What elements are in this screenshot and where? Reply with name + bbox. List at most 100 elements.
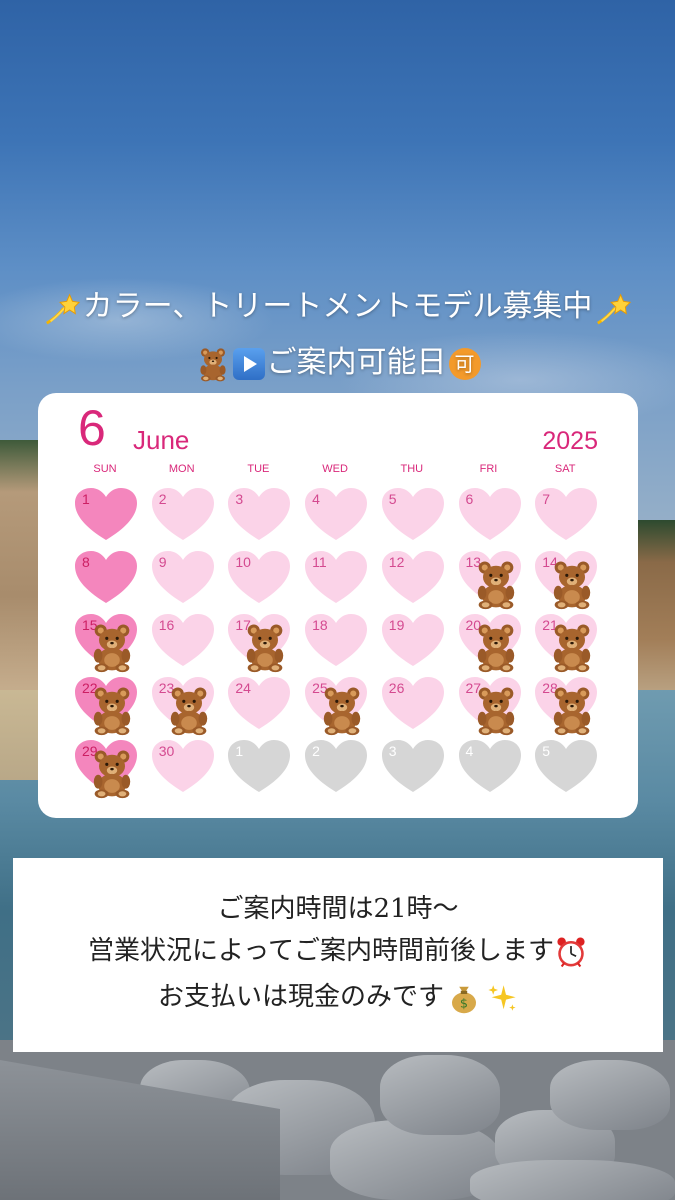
weekday-sat: SAT bbox=[554, 463, 576, 475]
teddy-bear-icon bbox=[477, 687, 514, 736]
calendar-day: 21 bbox=[530, 609, 600, 673]
calendar-day: 28 bbox=[530, 672, 600, 736]
date-number: 3 bbox=[388, 743, 397, 759]
date-number: 1 bbox=[235, 743, 244, 759]
calendar-day: 30 bbox=[147, 735, 217, 797]
month-name: June bbox=[133, 425, 190, 455]
calendar-day: 6 bbox=[454, 483, 524, 545]
calendar-card: 6 June 2025 SUN MON TUE WED THU FRI SAT 123456… bbox=[38, 393, 638, 818]
teddy-bear-icon bbox=[170, 687, 207, 736]
calendar-day: 8 bbox=[70, 546, 140, 608]
calendar-day: 11 bbox=[300, 546, 370, 608]
headline: カラー、トリートメントモデル募集中 ご案内可能日可 bbox=[0, 282, 675, 388]
date-number: 16 bbox=[158, 617, 175, 633]
date-number: 18 bbox=[312, 617, 328, 633]
date-number: 19 bbox=[388, 617, 405, 633]
year: 2025 bbox=[542, 427, 598, 455]
month-number: 6 bbox=[78, 400, 106, 456]
headline-line-1: カラー、トリートメントモデル募集中 bbox=[0, 282, 675, 332]
calendar-day: 16 bbox=[147, 609, 217, 671]
calendar-day-next-month: 5 bbox=[530, 735, 600, 797]
date-number: 7 bbox=[542, 491, 550, 507]
calendar-day-next-month: 3 bbox=[377, 735, 447, 797]
dizzy-comet-icon bbox=[597, 292, 632, 324]
calendar-day: 29 bbox=[70, 735, 140, 799]
date-number: 10 bbox=[235, 554, 251, 570]
calendar-day: 5 bbox=[377, 483, 447, 545]
teddy-bear-icon bbox=[553, 687, 591, 736]
calendar-day: 26 bbox=[377, 672, 447, 734]
date-number: 4 bbox=[312, 491, 320, 507]
calendar-day: 20 bbox=[454, 609, 524, 673]
dizzy-comet-icon bbox=[45, 292, 80, 324]
weekday-wed: WED bbox=[322, 463, 348, 475]
teddy-bear-icon bbox=[93, 624, 131, 673]
calendar-day: 1 bbox=[70, 483, 140, 545]
date-number: 12 bbox=[388, 554, 405, 570]
calendar-day-next-month: 2 bbox=[300, 735, 370, 797]
info-box: ご案内時間は21時〜 営業状況によってご案内時間前後します お支払いは現金のみで… bbox=[13, 858, 663, 1052]
weekday-thu: THU bbox=[400, 463, 424, 475]
calendar-day: 2 bbox=[147, 483, 217, 545]
calendar-day: 22 bbox=[70, 672, 140, 736]
calendar-day-next-month: 1 bbox=[223, 735, 293, 797]
weekday-fri: FRI bbox=[479, 463, 498, 475]
weekday-sun: SUN bbox=[93, 463, 117, 475]
calendar-day: 10 bbox=[223, 546, 293, 608]
alarm-clock-icon bbox=[557, 937, 585, 968]
play-button-icon bbox=[232, 347, 265, 380]
calendar-day: 9 bbox=[147, 546, 217, 608]
rock bbox=[550, 1060, 670, 1130]
date-number: 1 bbox=[82, 491, 90, 507]
available-badge-icon: 可 bbox=[448, 347, 481, 380]
sparkles-icon bbox=[488, 985, 516, 1011]
rock bbox=[470, 1160, 675, 1200]
teddy-bear-icon bbox=[477, 624, 514, 673]
calendar-day: 13 bbox=[454, 546, 524, 610]
calendar-day: 18 bbox=[300, 609, 370, 671]
headline-line-2: ご案内可能日可 bbox=[0, 338, 675, 388]
calendar-day: 3 bbox=[223, 483, 293, 545]
calendar-day: 12 bbox=[377, 546, 447, 608]
date-number: 8 bbox=[82, 554, 90, 570]
calendar-day: 25 bbox=[300, 672, 370, 736]
teddy-bear-icon bbox=[247, 624, 284, 673]
calendar-day: 24 bbox=[223, 672, 293, 734]
date-number: 24 bbox=[235, 680, 251, 696]
weekday-tue: TUE bbox=[247, 463, 270, 475]
info-line-1: ご案内時間は21時〜 bbox=[13, 888, 663, 925]
money-bag-icon: $ bbox=[452, 986, 476, 1014]
date-number: 11 bbox=[312, 554, 327, 570]
date-number: 26 bbox=[388, 680, 405, 696]
teddy-bear-icon bbox=[477, 561, 514, 610]
teddy-bear-icon bbox=[93, 750, 131, 799]
calendar-day-next-month: 4 bbox=[454, 735, 524, 797]
calendar-day: 7 bbox=[530, 483, 600, 545]
teddy-bear-icon bbox=[323, 687, 361, 736]
date-number: 5 bbox=[542, 743, 550, 759]
calendar-day: 23 bbox=[147, 672, 217, 736]
rock bbox=[380, 1055, 500, 1135]
calendar-day: 14 bbox=[530, 546, 600, 610]
info-line-3-text: お支払いは現金のみです bbox=[157, 982, 444, 1012]
date-number: 5 bbox=[388, 491, 397, 507]
date-number: 4 bbox=[465, 743, 474, 759]
calendar-grid: 1 2 3 4 5 6 7 8 9 10 11 12 13 14 15 16 17 18 19 20 21 22 23 24 2… bbox=[70, 483, 610, 803]
teddy-bear-icon bbox=[199, 347, 226, 381]
calendar-day: 27 bbox=[454, 672, 524, 736]
info-line-3: お支払いは現金のみです $ bbox=[13, 976, 663, 1014]
date-number: 9 bbox=[158, 554, 167, 570]
date-number: 2 bbox=[158, 491, 167, 507]
weekday-header-row: SUN MON TUE WED THU FRI SAT bbox=[70, 463, 610, 481]
calendar-day: 17 bbox=[223, 609, 293, 673]
calendar-day: 4 bbox=[300, 483, 370, 545]
info-line-1-text: ご案内時間は21時〜 bbox=[217, 894, 459, 924]
date-number: 6 bbox=[465, 491, 474, 507]
teddy-bear-icon bbox=[93, 687, 131, 736]
svg-text:$: $ bbox=[460, 997, 468, 1012]
teddy-bear-icon bbox=[553, 624, 591, 673]
info-line-2: 営業状況によってご案内時間前後します bbox=[13, 930, 663, 969]
teddy-bear-icon bbox=[553, 561, 591, 610]
calendar-day: 15 bbox=[70, 609, 140, 673]
headline-line-2-text: ご案内可能日 bbox=[266, 345, 447, 380]
